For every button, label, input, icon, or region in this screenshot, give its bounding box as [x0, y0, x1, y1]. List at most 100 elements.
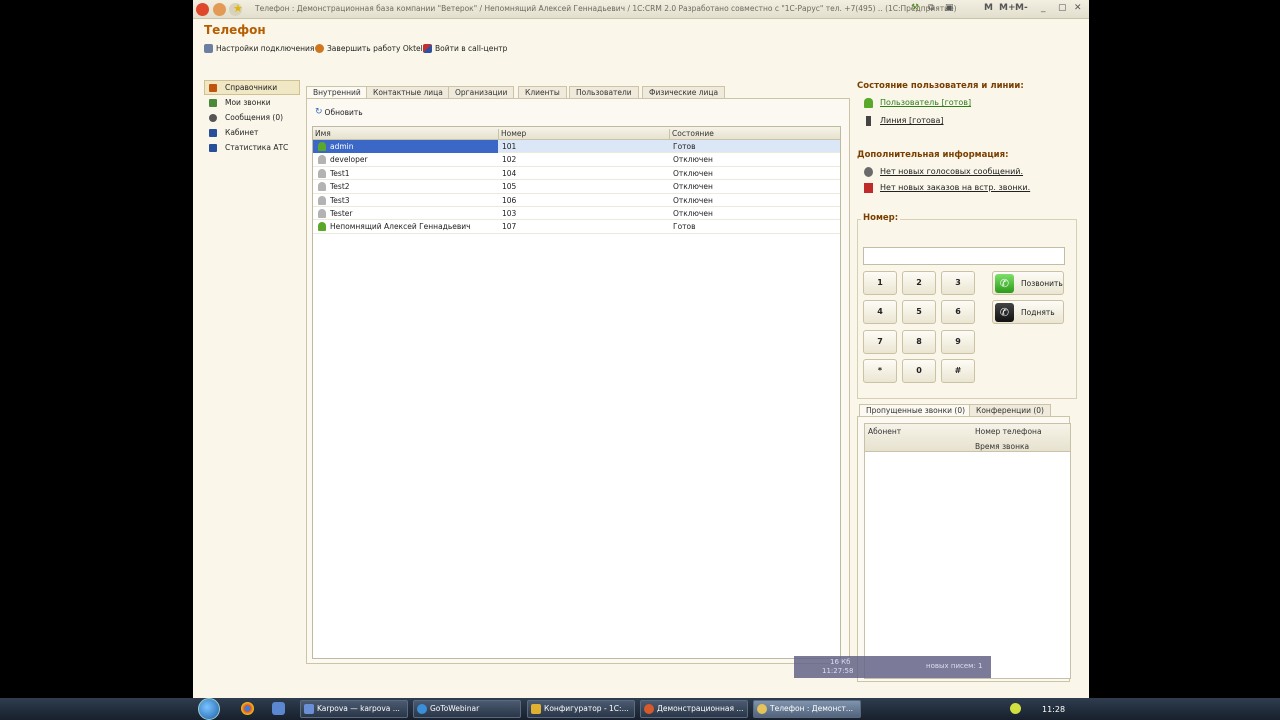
- dial-key-3[interactable]: 3: [941, 271, 975, 295]
- sidebar-item-label: Справочники: [225, 83, 278, 92]
- sidebar-item-label: Статистика АТС: [225, 143, 289, 152]
- finish-oktell-button[interactable]: Завершить работу Oktell: [315, 44, 425, 53]
- dial-key-8[interactable]: 8: [902, 330, 936, 354]
- task-phone[interactable]: Телефон : Демонст...: [753, 700, 861, 718]
- table-header: Имя Номер Состояние: [313, 127, 840, 142]
- close-icon[interactable]: ✕: [1074, 3, 1082, 13]
- voice-messages-link[interactable]: Нет новых голосовых сообщений.: [864, 167, 1023, 177]
- memory-m-button[interactable]: M: [984, 3, 993, 13]
- app-logo-icon[interactable]: [196, 3, 209, 16]
- oktell-icon: [315, 44, 324, 53]
- phone-black-icon: ✆: [995, 303, 1014, 322]
- tray-app-icon[interactable]: [1010, 703, 1021, 714]
- calls-icon: [209, 98, 217, 107]
- start-button[interactable]: [197, 698, 221, 720]
- table-row[interactable]: Test1 104 Отключен: [313, 167, 840, 181]
- table-row[interactable]: Test2 105 Отключен: [313, 180, 840, 194]
- number-label: Номер:: [861, 213, 901, 223]
- column-status-header[interactable]: Состояние: [672, 129, 714, 138]
- table-row[interactable]: Непомнящий Алексей Геннадьевич 107 Готов: [313, 220, 840, 234]
- sidebar-item-my-calls[interactable]: Мои звонки: [204, 95, 300, 110]
- line-status-link[interactable]: Линия [готова]: [866, 116, 944, 126]
- user-green-icon: [864, 98, 873, 108]
- time-column-header[interactable]: Время звонка: [975, 442, 1029, 451]
- explorer-icon[interactable]: [272, 702, 285, 715]
- tab-clients[interactable]: Клиенты: [518, 86, 567, 98]
- gotowebinar-icon: [417, 704, 427, 714]
- callcenter-icon: [423, 44, 432, 53]
- calc-icon[interactable]: ⚒: [911, 3, 919, 13]
- task-demo[interactable]: Демонстрационная ...: [640, 700, 748, 718]
- chrome-icon[interactable]: [241, 702, 254, 715]
- cell-name: Test1: [330, 168, 350, 178]
- refresh-label: Обновить: [324, 107, 363, 117]
- cell-status: Отключен: [673, 195, 713, 205]
- app-window: ★ Телефон : Демонстрационная база компан…: [193, 0, 1089, 720]
- subscriber-column-header[interactable]: Абонент: [868, 427, 901, 436]
- user-offline-icon: [318, 195, 326, 205]
- phone-column-header[interactable]: Номер телефона: [975, 427, 1042, 436]
- onec-phone-icon: [757, 704, 767, 714]
- user-online-icon: [318, 222, 326, 232]
- dial-key-hash[interactable]: #: [941, 359, 975, 383]
- screen-icon[interactable]: ▣: [945, 3, 954, 13]
- phone-green-icon: ✆: [995, 274, 1014, 293]
- maximize-icon[interactable]: ▢: [1058, 3, 1067, 13]
- enter-callcenter-label: Войти в call-центр: [435, 44, 508, 53]
- dial-key-4[interactable]: 4: [863, 300, 897, 324]
- pickup-label: Поднять: [1021, 308, 1055, 317]
- connection-settings-button[interactable]: Настройки подключения: [204, 44, 314, 53]
- callback-orders-link[interactable]: Нет новых заказов на встр. звонки.: [864, 183, 1030, 193]
- dial-key-5[interactable]: 5: [902, 300, 936, 324]
- favorite-star-icon[interactable]: ★: [233, 2, 243, 15]
- sidebar-item-pbx-stats[interactable]: Статистика АТС: [204, 140, 300, 155]
- call-button[interactable]: ✆ Позвонить: [992, 271, 1064, 295]
- tab-contacts[interactable]: Контактные лица: [366, 86, 450, 98]
- memory-mplus-button[interactable]: M+: [999, 3, 1016, 13]
- finish-oktell-label: Завершить работу Oktell: [327, 44, 425, 53]
- refresh-button[interactable]: ↻ Обновить: [315, 107, 363, 117]
- minimize-icon[interactable]: _: [1041, 3, 1046, 13]
- task-configurator[interactable]: Конфигуратор - 1С:...: [527, 700, 635, 718]
- memory-mminus-button[interactable]: M-: [1015, 3, 1028, 13]
- table-row[interactable]: developer 102 Отключен: [313, 153, 840, 167]
- dial-key-2[interactable]: 2: [902, 271, 936, 295]
- cell-name: Test2: [330, 182, 350, 192]
- table-row[interactable]: Tester 103 Отключен: [313, 207, 840, 221]
- clock[interactable]: 11:28: [1042, 705, 1065, 714]
- voicemail-icon: [864, 167, 873, 177]
- dial-key-0[interactable]: 0: [902, 359, 936, 383]
- tab-conferences[interactable]: Конференции (0): [969, 404, 1051, 416]
- dial-key-9[interactable]: 9: [941, 330, 975, 354]
- mail-notification[interactable]: 16 Кб 11:27:58 новых писем: 1: [794, 656, 991, 678]
- notification-time: 11:27:58: [822, 667, 854, 675]
- cell-status: Отключен: [673, 155, 713, 165]
- mail-app-icon: [304, 704, 314, 714]
- back-icon[interactable]: [213, 3, 226, 16]
- number-input[interactable]: [863, 247, 1065, 265]
- table-row[interactable]: Test3 106 Отключен: [313, 194, 840, 207]
- dial-key-7[interactable]: 7: [863, 330, 897, 354]
- tab-organizations[interactable]: Организации: [448, 86, 515, 98]
- user-settings-icon: [204, 44, 213, 53]
- pickup-button[interactable]: ✆ Поднять: [992, 300, 1064, 324]
- refresh-icon: ↻: [315, 107, 323, 117]
- column-name-header[interactable]: Имя: [315, 129, 331, 138]
- tab-individuals[interactable]: Физические лица: [642, 86, 726, 98]
- task-gotowebinar[interactable]: GoToWebinar: [413, 700, 521, 718]
- enter-callcenter-button[interactable]: Войти в call-центр: [423, 44, 507, 53]
- dial-key-star[interactable]: *: [863, 359, 897, 383]
- task-karpova[interactable]: Karpova — karpova ...: [300, 700, 408, 718]
- copy-icon[interactable]: ⧉: [928, 3, 934, 13]
- dial-key-6[interactable]: 6: [941, 300, 975, 324]
- cell-name: developer: [330, 155, 368, 165]
- tab-users[interactable]: Пользователи: [569, 86, 639, 98]
- sidebar-item-directories[interactable]: Справочники: [204, 80, 300, 95]
- onec-icon: [644, 704, 654, 714]
- sidebar-item-cabinet[interactable]: Кабинет: [204, 125, 300, 140]
- column-number-header[interactable]: Номер: [501, 129, 526, 138]
- dial-key-1[interactable]: 1: [863, 271, 897, 295]
- user-status-link[interactable]: Пользователь [готов]: [864, 98, 971, 108]
- sidebar-item-messages[interactable]: Сообщения (0): [204, 110, 300, 125]
- table-row[interactable]: admin 101 Готов: [313, 140, 840, 154]
